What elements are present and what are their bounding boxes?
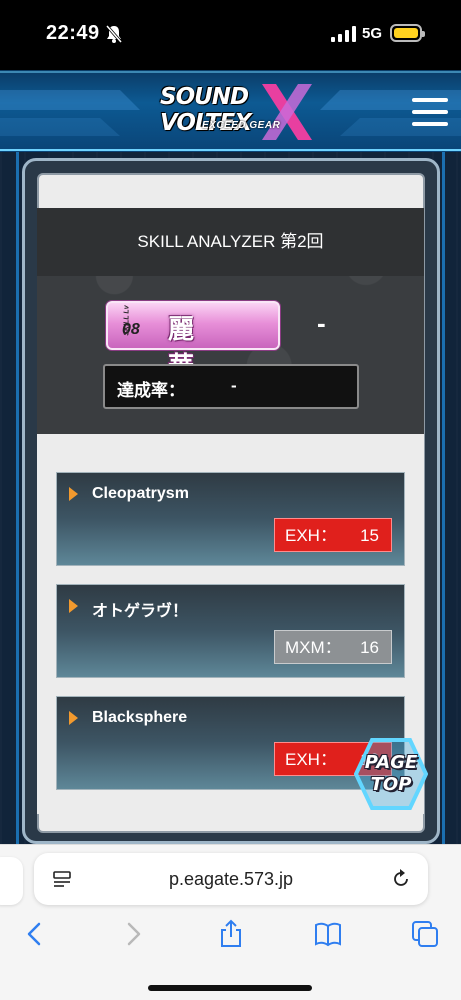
difficulty-label: MXM： xyxy=(285,638,342,657)
back-icon[interactable] xyxy=(20,919,50,949)
home-indicator xyxy=(148,985,312,991)
difficulty-level: 16 xyxy=(360,638,379,657)
browser-toolbar: p.eagate.573.jp xyxy=(0,844,461,1000)
clock: 22:49 xyxy=(46,22,100,44)
song-title: オトゲラヴ！ xyxy=(92,603,189,620)
previous-tab-peek[interactable] xyxy=(0,857,23,905)
forward-icon[interactable] xyxy=(118,919,148,949)
network-type: 5G xyxy=(362,25,383,42)
song-card[interactable]: オトゲラヴ！ MXM： 16 xyxy=(56,584,405,678)
difficulty-badge: MXM： 16 xyxy=(274,630,392,664)
page-top-button[interactable]: PAGE TOP xyxy=(350,738,432,810)
achievement-rate-box: 達成率： - xyxy=(103,364,359,409)
difficulty-level: 15 xyxy=(360,526,379,545)
page-top-label: PAGE TOP xyxy=(364,752,418,795)
difficulty-label: EXH： xyxy=(285,526,337,545)
side-glow-right xyxy=(442,152,445,844)
difficulty-label: EXH： xyxy=(285,750,337,769)
logo-subtitle: EXCEED GEAR xyxy=(202,120,281,131)
url-text: p.eagate.573.jp xyxy=(168,869,294,889)
silent-bell-icon xyxy=(105,25,123,43)
rank-value: - xyxy=(317,308,326,338)
skill-analyzer-panel: SKILL ANALYZER 第2回 SKILL Lv 08 麗 華 - 達成率… xyxy=(37,208,424,434)
song-card[interactable]: Cleopatrysm EXH： 15 xyxy=(56,472,405,566)
bookmarks-icon[interactable] xyxy=(313,919,343,949)
tabs-icon[interactable] xyxy=(410,919,440,949)
share-icon[interactable] xyxy=(216,919,246,949)
skill-rank-plate: SKILL Lv 08 麗 華 xyxy=(106,301,280,382)
play-arrow-icon xyxy=(69,711,78,725)
achievement-rate-value: - xyxy=(231,376,237,395)
address-bar[interactable]: p.eagate.573.jp xyxy=(34,853,428,905)
sound-voltex-logo[interactable]: SOUND VOLTEX EXCEED GEAR xyxy=(152,78,312,144)
battery-icon xyxy=(390,24,425,42)
status-bar: 22:49 5G xyxy=(0,0,461,70)
play-arrow-icon xyxy=(69,487,78,501)
hamburger-menu-icon[interactable] xyxy=(412,98,448,126)
site-header: SOUND VOLTEX EXCEED GEAR xyxy=(0,70,461,152)
song-title: Cleopatrysm xyxy=(92,485,189,502)
difficulty-badge: EXH： 15 xyxy=(274,518,392,552)
browser-nav xyxy=(0,919,461,959)
skill-level-mark: SKILL Lv 08 xyxy=(122,305,140,338)
reload-icon[interactable] xyxy=(390,868,412,890)
song-title: Blacksphere xyxy=(92,709,188,726)
side-glow-left xyxy=(16,152,19,844)
analyzer-title: SKILL ANALYZER 第2回 xyxy=(37,208,424,276)
achievement-rate-label: 達成率： xyxy=(117,381,185,400)
signal-icon xyxy=(331,26,356,42)
play-arrow-icon xyxy=(69,599,78,613)
skill-level: 08 xyxy=(122,321,140,338)
